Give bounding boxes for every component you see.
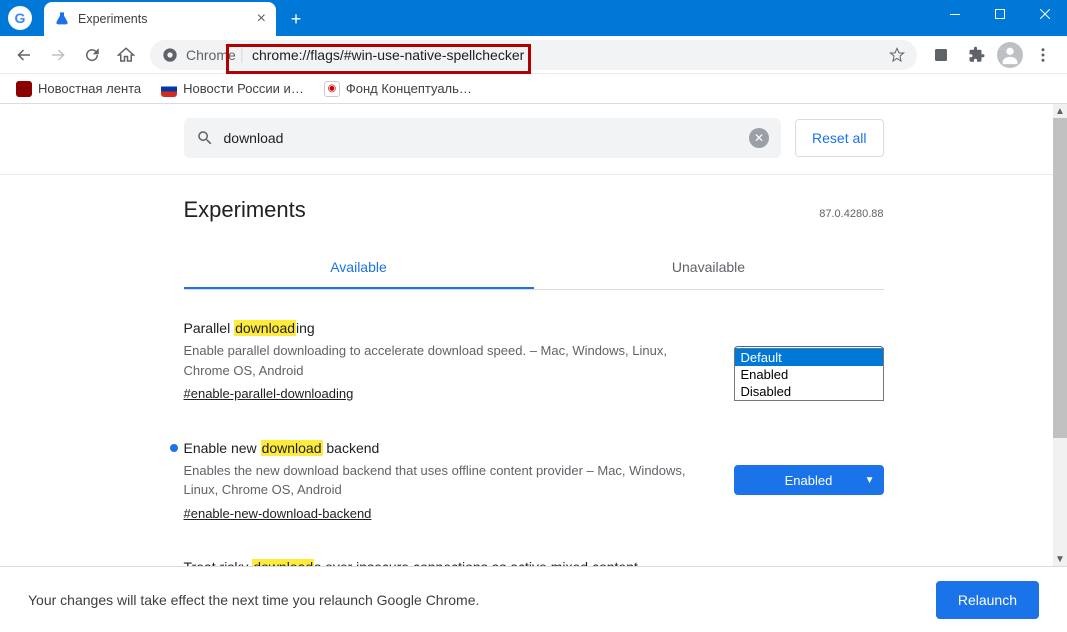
- extensions-puzzle-icon[interactable]: [961, 39, 993, 71]
- scrollbar-track[interactable]: ▲ ▼: [1053, 104, 1067, 566]
- bookmark-favicon: ◉: [324, 81, 340, 97]
- flag-title: Treat risky downloads over insecure conn…: [184, 557, 884, 566]
- url-chip: Chrome: [186, 47, 236, 63]
- close-window-button[interactable]: [1022, 0, 1067, 28]
- browser-toolbar: Chrome | chrome://flags/#win-use-native-…: [0, 36, 1067, 74]
- version-label: 87.0.4280.88: [819, 208, 883, 220]
- reset-all-button[interactable]: Reset all: [795, 119, 883, 157]
- relaunch-bar: Your changes will take effect the next t…: [0, 566, 1067, 632]
- bookmark-item[interactable]: Новости России и…: [153, 77, 312, 101]
- google-icon: G: [8, 6, 32, 30]
- tab-strip: Experiments × +: [44, 2, 310, 36]
- minimize-button[interactable]: [932, 0, 977, 28]
- reload-button[interactable]: [76, 39, 108, 71]
- tab-unavailable[interactable]: Unavailable: [534, 247, 884, 289]
- search-query: download: [224, 130, 284, 146]
- flag-title: Enable new download backend: [184, 438, 714, 459]
- flag-dropdown: DefaultEnabledDisabled: [734, 348, 884, 401]
- bookmark-item[interactable]: Новостная лента: [8, 77, 149, 101]
- back-button[interactable]: [8, 39, 40, 71]
- bookmarks-bar: Новостная лента Новости России и… ◉ Фонд…: [0, 74, 1067, 104]
- flags-search-input[interactable]: download ✕: [184, 118, 782, 158]
- flag-row: Enable new download backendEnables the n…: [184, 410, 884, 530]
- title-bar: G Experiments × +: [0, 0, 1067, 36]
- page-title: Experiments: [184, 197, 306, 223]
- bookmark-favicon: [161, 81, 177, 97]
- flag-description: Enable parallel downloading to accelerat…: [184, 341, 714, 380]
- modified-dot-icon: [170, 444, 178, 452]
- tab-available[interactable]: Available: [184, 247, 534, 289]
- flag-title: Parallel downloading: [184, 318, 714, 339]
- browser-tab[interactable]: Experiments ×: [44, 2, 276, 36]
- relaunch-button[interactable]: Relaunch: [936, 581, 1039, 619]
- bookmark-favicon: [16, 81, 32, 97]
- flag-row: Parallel downloadingEnable parallel down…: [184, 290, 884, 410]
- menu-button[interactable]: [1027, 39, 1059, 71]
- close-tab-icon[interactable]: ×: [257, 10, 266, 28]
- bookmark-item[interactable]: ◉ Фонд Концептуаль…: [316, 77, 480, 101]
- dropdown-option[interactable]: Enabled: [735, 366, 883, 383]
- bookmark-star-icon[interactable]: [889, 47, 905, 63]
- flag-tabs: Available Unavailable: [184, 247, 884, 290]
- relaunch-message: Your changes will take effect the next t…: [28, 592, 479, 608]
- scroll-up-button[interactable]: ▲: [1053, 104, 1067, 118]
- address-bar[interactable]: Chrome | chrome://flags/#win-use-native-…: [150, 40, 917, 70]
- url-text: chrome://flags/#win-use-native-spellchec…: [252, 47, 889, 63]
- search-icon: [196, 129, 214, 147]
- flag-description: Enables the new download backend that us…: [184, 461, 714, 500]
- profile-avatar[interactable]: [997, 42, 1023, 68]
- site-info-icon[interactable]: [162, 47, 178, 63]
- forward-button[interactable]: [42, 39, 74, 71]
- dropdown-option[interactable]: Disabled: [735, 383, 883, 400]
- page-content: ▲ ▼ download ✕ Reset all Experiments 87.…: [0, 104, 1067, 566]
- scrollbar-thumb[interactable]: [1053, 118, 1067, 438]
- window-controls: [932, 0, 1067, 28]
- new-tab-button[interactable]: +: [282, 5, 310, 33]
- tab-title: Experiments: [78, 12, 147, 26]
- flag-select[interactable]: Enabled▼: [734, 465, 884, 495]
- dropdown-option[interactable]: Default: [735, 349, 883, 366]
- flag-row: Treat risky downloads over insecure conn…: [184, 529, 884, 566]
- home-button[interactable]: [110, 39, 142, 71]
- maximize-button[interactable]: [977, 0, 1022, 28]
- chevron-down-icon: ▼: [865, 475, 875, 486]
- extension-icon[interactable]: [925, 39, 957, 71]
- scroll-down-button[interactable]: ▼: [1053, 552, 1067, 566]
- flask-icon: [54, 11, 70, 27]
- flag-hash-link[interactable]: #enable-parallel-downloading: [184, 384, 354, 404]
- flag-hash-link[interactable]: #enable-new-download-backend: [184, 504, 372, 524]
- clear-search-icon[interactable]: ✕: [749, 128, 769, 148]
